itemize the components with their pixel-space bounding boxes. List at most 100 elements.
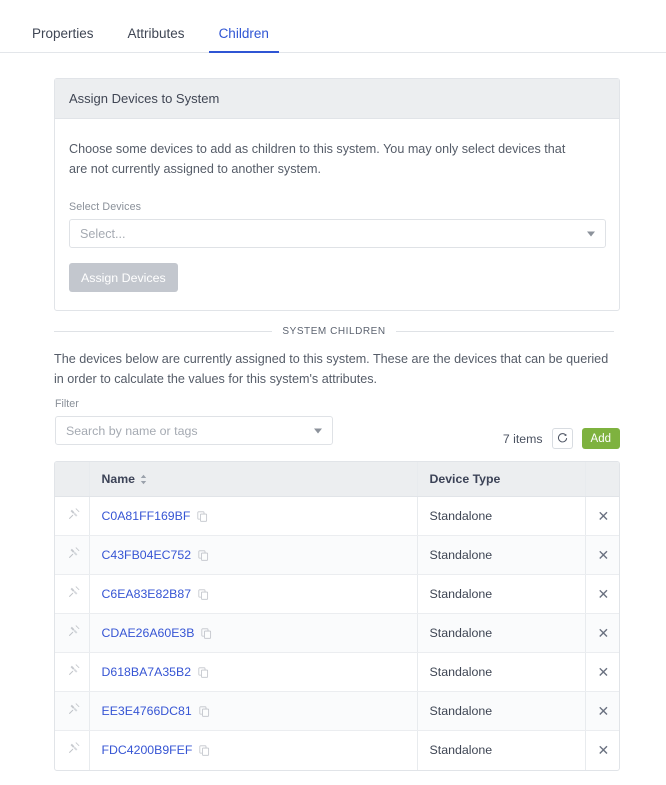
row-name-cell: EE3E4766DC81 xyxy=(89,691,418,731)
table-row: C6EA83E82B87 Standalone ✕ xyxy=(55,574,619,614)
row-device-icon-cell xyxy=(55,613,90,653)
row-actions-cell: ✕ xyxy=(585,613,619,653)
tab-attributes-label: Attributes xyxy=(127,26,185,41)
assign-devices-button[interactable]: Assign Devices xyxy=(69,263,178,293)
device-name-link[interactable]: C43FB04EC752 xyxy=(102,548,192,562)
row-device-icon-cell xyxy=(55,691,90,731)
row-device-icon-cell xyxy=(55,652,90,692)
remove-device-button[interactable]: ✕ xyxy=(598,509,610,523)
column-header-icon xyxy=(55,462,90,497)
children-table: Name Device Type C0A81FF169BF Standalone… xyxy=(55,462,619,770)
tab-attributes[interactable]: Attributes xyxy=(118,26,195,52)
copy-icon[interactable] xyxy=(198,588,209,600)
device-icon xyxy=(67,664,80,677)
row-device-icon-cell xyxy=(55,535,90,575)
row-device-icon-cell xyxy=(55,496,90,536)
copy-icon[interactable] xyxy=(201,627,212,639)
remove-device-button[interactable]: ✕ xyxy=(598,704,610,718)
copy-icon[interactable] xyxy=(198,666,209,678)
device-name-link[interactable]: EE3E4766DC81 xyxy=(102,704,192,718)
device-icon xyxy=(67,547,80,560)
device-icon xyxy=(67,703,80,716)
system-children-divider: SYSTEM CHILDREN xyxy=(54,326,615,337)
divider-line-right xyxy=(395,331,615,332)
table-row: EE3E4766DC81 Standalone ✕ xyxy=(55,691,619,731)
table-row: C0A81FF169BF Standalone ✕ xyxy=(55,496,619,536)
copy-icon[interactable] xyxy=(199,745,210,756)
filter-section: Filter Search by name or tags xyxy=(55,398,333,445)
row-name-cell: FDC4200B9FEF xyxy=(89,730,418,770)
row-device-type-cell: Standalone xyxy=(417,535,586,575)
item-count: 7 items xyxy=(502,431,543,446)
remove-device-button[interactable]: ✕ xyxy=(598,626,610,640)
copy-icon[interactable] xyxy=(198,549,209,561)
table-row: CDAE26A60E3B Standalone ✕ xyxy=(55,613,619,653)
table-row: FDC4200B9FEF Standalone ✕ xyxy=(55,730,619,770)
table-row: C43FB04EC752 Standalone ✕ xyxy=(55,535,619,575)
row-device-type-cell: Standalone xyxy=(417,496,586,536)
device-name-link[interactable]: CDAE26A60E3B xyxy=(102,626,195,640)
row-actions-cell: ✕ xyxy=(585,731,619,770)
column-header-actions xyxy=(585,462,619,497)
table-body: C0A81FF169BF Standalone ✕ C43FB04EC752 Stand… xyxy=(55,496,619,770)
remove-device-button[interactable]: ✕ xyxy=(598,665,610,679)
row-device-type-cell: Standalone xyxy=(417,574,586,614)
table-head: Name Device Type xyxy=(55,462,619,497)
row-device-icon-cell xyxy=(55,574,90,614)
select-devices-label: Select Devices xyxy=(69,201,142,214)
row-device-icon-cell xyxy=(55,730,90,770)
tab-children[interactable]: Children xyxy=(208,26,280,53)
device-icon xyxy=(67,625,80,638)
sort-icon[interactable] xyxy=(139,474,148,485)
device-name-link[interactable]: C0A81FF169BF xyxy=(102,509,191,523)
system-children-divider-label: SYSTEM CHILDREN xyxy=(282,326,386,337)
assign-devices-card-body: Choose some devices to add as children t… xyxy=(55,119,619,310)
table-header-row: Name Device Type xyxy=(55,462,619,497)
tab-properties[interactable]: Properties xyxy=(22,26,104,52)
children-tab-page: Properties Attributes Children Assign De… xyxy=(0,0,666,785)
row-actions-cell: ✕ xyxy=(585,652,619,692)
row-actions-cell: ✕ xyxy=(585,496,619,536)
assign-devices-description: Choose some devices to add as children t… xyxy=(69,142,566,176)
remove-device-button[interactable]: ✕ xyxy=(598,743,610,757)
chevron-down-icon xyxy=(587,231,595,237)
device-icon xyxy=(67,742,80,755)
column-header-name-label: Name xyxy=(101,472,136,486)
add-button[interactable]: Add xyxy=(581,428,620,449)
column-header-name[interactable]: Name xyxy=(89,462,418,497)
refresh-icon xyxy=(557,433,567,443)
select-devices-placeholder: Select... xyxy=(80,226,126,241)
tab-properties-label: Properties xyxy=(32,26,94,41)
row-actions-cell: ✕ xyxy=(585,535,619,575)
refresh-button[interactable] xyxy=(551,428,573,449)
row-device-type-cell: Standalone xyxy=(417,652,586,692)
table-row: D618BA7A35B2 Standalone ✕ xyxy=(55,652,619,692)
tab-children-label: Children xyxy=(218,26,269,41)
remove-device-button[interactable]: ✕ xyxy=(598,587,610,601)
copy-icon[interactable] xyxy=(197,510,208,522)
device-icon xyxy=(67,508,80,521)
device-name-link[interactable]: C6EA83E82B87 xyxy=(102,587,192,601)
filter-placeholder: Search by name or tags xyxy=(66,423,198,438)
row-device-type-cell: Standalone xyxy=(417,613,586,653)
chevron-down-icon xyxy=(314,428,322,433)
remove-device-button[interactable]: ✕ xyxy=(598,548,610,562)
assign-devices-card: Assign Devices to System Choose some dev… xyxy=(54,78,620,312)
system-children-table: Name Device Type C0A81FF169BF Standalone… xyxy=(54,461,620,771)
device-name-link[interactable]: D618BA7A35B2 xyxy=(102,665,192,679)
row-name-cell: CDAE26A60E3B xyxy=(89,613,418,653)
filter-label: Filter xyxy=(55,398,79,410)
system-children-description: The devices below are currently assigned… xyxy=(54,352,609,386)
filter-input[interactable]: Search by name or tags xyxy=(55,416,333,445)
row-name-cell: C6EA83E82B87 xyxy=(89,574,418,614)
select-devices-dropdown[interactable]: Select... xyxy=(69,219,606,249)
row-name-cell: C0A81FF169BF xyxy=(89,496,418,536)
device-icon xyxy=(67,586,80,599)
row-actions-cell: ✕ xyxy=(585,691,619,731)
row-name-cell: D618BA7A35B2 xyxy=(89,652,418,692)
row-actions-cell: ✕ xyxy=(585,574,619,614)
column-header-device-type[interactable]: Device Type xyxy=(417,462,586,497)
device-name-link[interactable]: FDC4200B9FEF xyxy=(102,743,193,757)
column-header-device-type-label: Device Type xyxy=(429,472,501,486)
copy-icon[interactable] xyxy=(199,705,210,717)
